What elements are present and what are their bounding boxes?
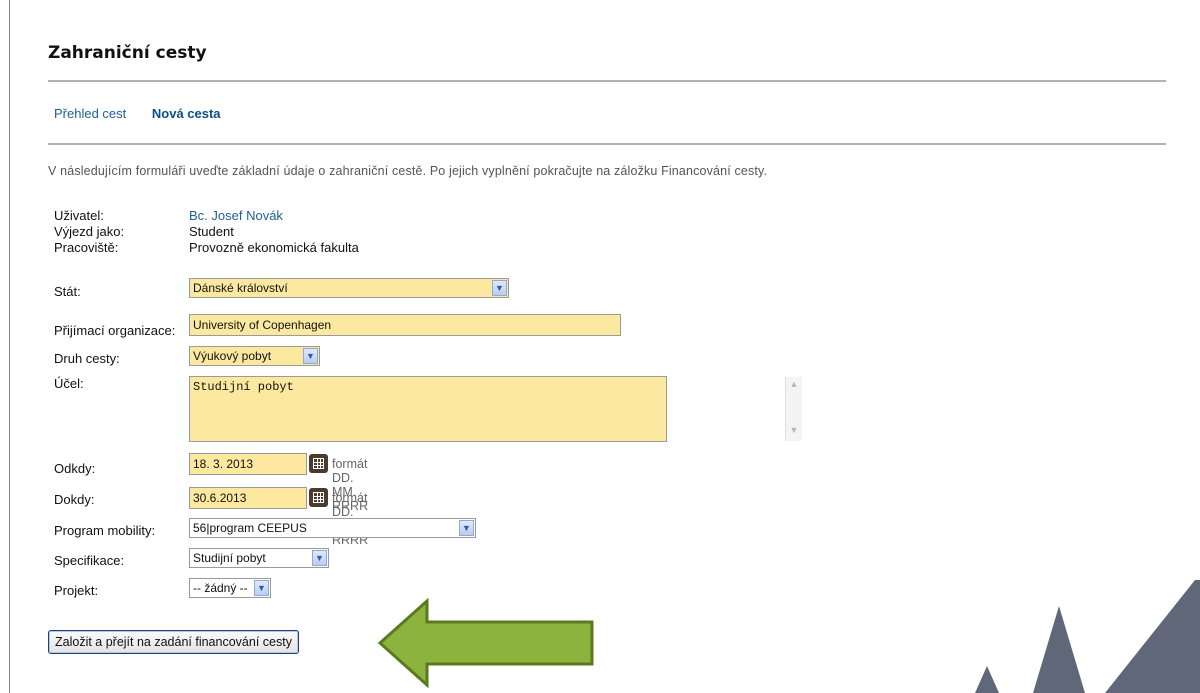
tabs-divider	[48, 143, 1166, 145]
submit-button[interactable]: Založit a přejít na zadání financování c…	[48, 630, 299, 654]
dokdy-input[interactable]: 30.6.2013	[189, 487, 307, 509]
druh-select[interactable]: Výukový pobyt ▼	[189, 346, 320, 366]
chevron-down-icon: ▼	[312, 550, 327, 566]
label-odkdy: Odkdy:	[54, 461, 96, 476]
scroll-up-icon[interactable]: ▲	[788, 379, 800, 393]
label-projekt: Projekt:	[54, 583, 99, 598]
intro-text: V následujícím formuláři uveďte základní…	[48, 164, 768, 178]
tab-bar: Přehled cest Nová cesta	[54, 106, 243, 121]
label-dokdy: Dokdy:	[54, 492, 95, 507]
stat-select[interactable]: Dánské království ▼	[189, 278, 509, 298]
tab-nova-cesta[interactable]: Nová cesta	[152, 106, 221, 121]
stat-selected-value: Dánské království	[193, 281, 288, 295]
projekt-select[interactable]: -- žádný -- ▼	[189, 578, 271, 598]
value-vyjezd: Student	[189, 224, 234, 239]
specifikace-select[interactable]: Studijní pobyt ▼	[189, 548, 329, 568]
scroll-down-icon[interactable]: ▼	[788, 425, 800, 439]
chevron-down-icon: ▼	[303, 348, 318, 364]
specifikace-selected-value: Studijní pobyt	[193, 551, 266, 565]
ucel-textarea[interactable]	[189, 376, 667, 442]
label-pracoviste: Pracoviště:	[54, 240, 119, 255]
label-program: Program mobility:	[54, 523, 156, 538]
arrow-left-icon	[377, 598, 594, 688]
user-link[interactable]: Bc. Josef Novák	[189, 208, 283, 223]
calendar-grid	[313, 492, 324, 503]
chevron-down-icon: ▼	[459, 520, 474, 536]
organizace-input[interactable]: University of Copenhagen	[189, 314, 621, 336]
page-left-border	[9, 0, 10, 693]
program-select[interactable]: 56|program CEEPUS ▼	[189, 518, 476, 538]
title-divider	[48, 80, 1166, 82]
projekt-selected-value: -- žádný --	[193, 581, 248, 595]
label-vyjezd: Výjezd jako:	[54, 224, 125, 239]
chevron-down-icon: ▼	[492, 280, 507, 296]
label-ucel: Účel:	[54, 376, 84, 391]
label-specifikace: Specifikace:	[54, 553, 125, 568]
ucel-scrollbar[interactable]: ▲ ▼	[785, 377, 802, 441]
mountains-decoration	[975, 580, 1200, 693]
druh-selected-value: Výukový pobyt	[193, 349, 272, 363]
chevron-down-icon: ▼	[254, 580, 269, 596]
calendar-icon[interactable]	[309, 454, 328, 473]
tab-prehled-cest[interactable]: Přehled cest	[54, 106, 126, 121]
program-selected-value: 56|program CEEPUS	[193, 521, 307, 535]
calendar-grid	[313, 458, 324, 469]
label-uzivatel: Uživatel:	[54, 208, 104, 223]
label-druh: Druh cesty:	[54, 351, 120, 366]
calendar-icon[interactable]	[309, 488, 328, 507]
value-pracoviste: Provozně ekonomická fakulta	[189, 240, 359, 255]
page-title: Zahraniční cesty	[48, 43, 207, 63]
label-stat: Stát:	[54, 284, 81, 299]
odkdy-input[interactable]: 18. 3. 2013	[189, 453, 307, 475]
label-organizace: Přijímací organizace:	[54, 323, 176, 338]
